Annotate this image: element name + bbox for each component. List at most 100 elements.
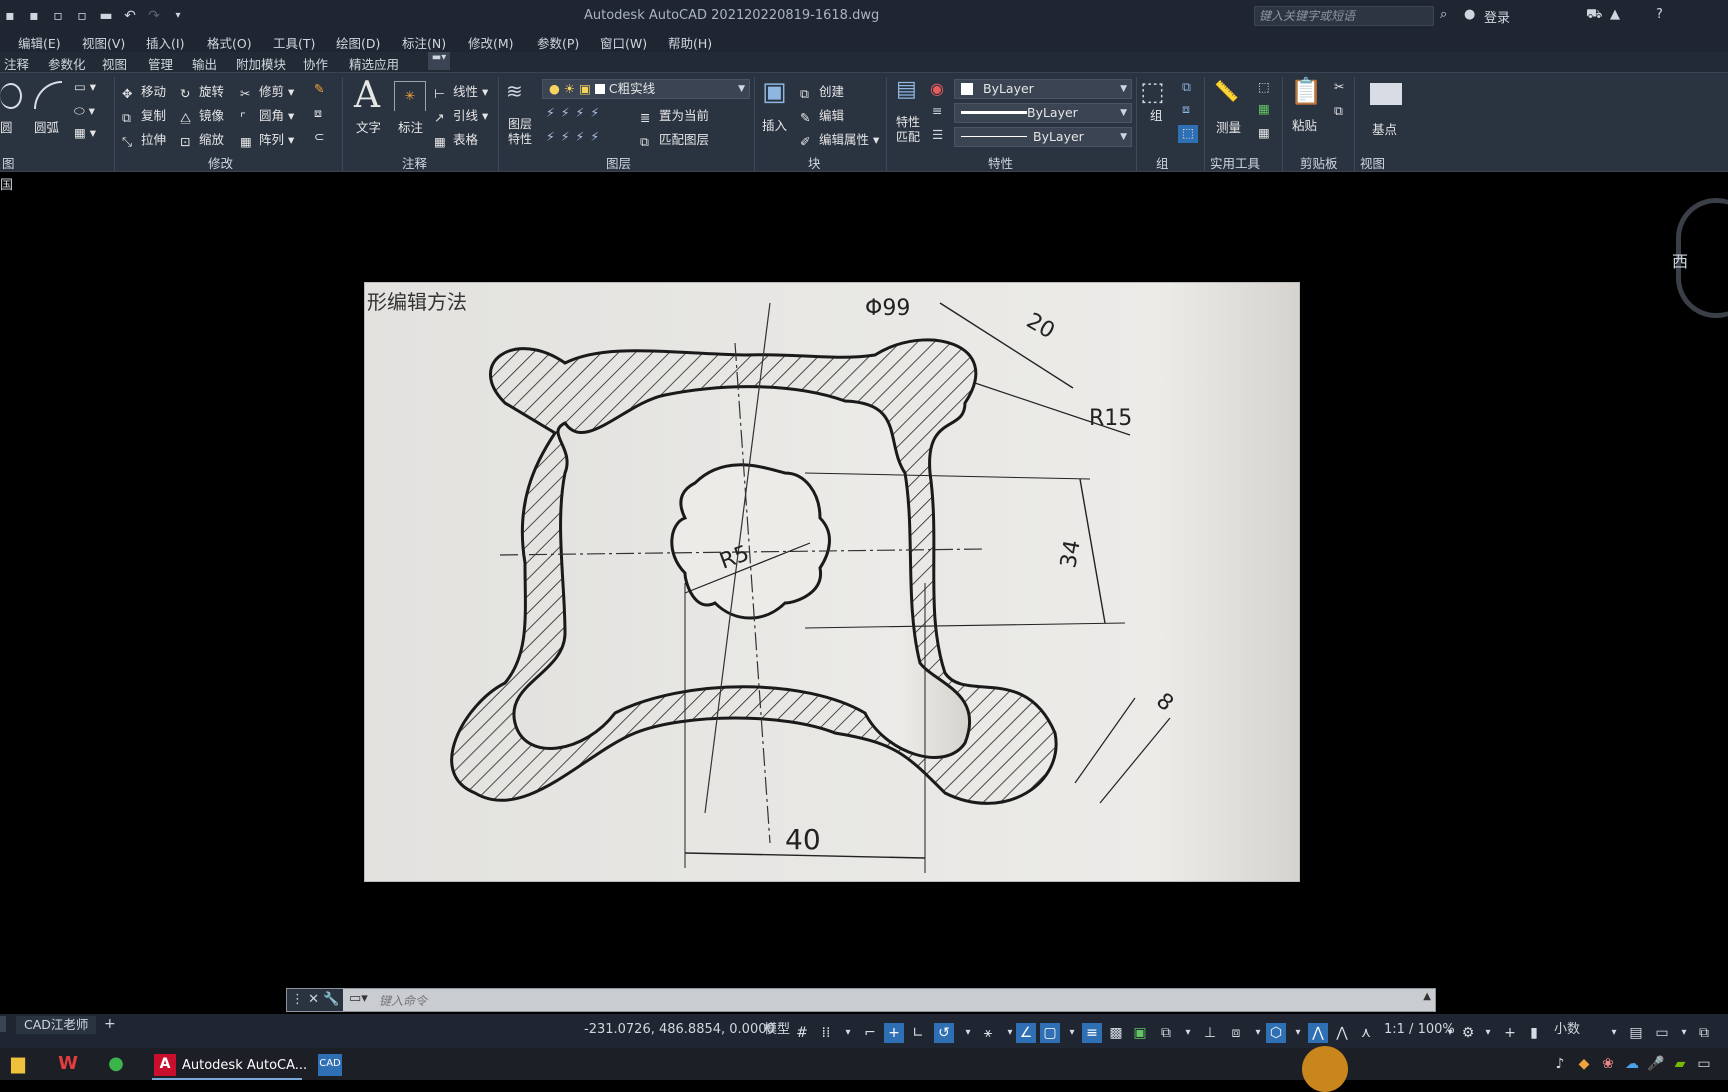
grid-icon[interactable]: # bbox=[792, 1023, 812, 1043]
create-block-button[interactable]: ⧉ 创建 bbox=[800, 81, 844, 101]
redo-icon[interactable]: ↷ bbox=[144, 6, 164, 26]
quick-select-icon[interactable]: ▦ bbox=[1258, 101, 1270, 116]
login-link[interactable]: 登录 bbox=[1484, 7, 1510, 26]
tab-annotate[interactable]: 注释 bbox=[4, 54, 29, 73]
chevron-down-icon[interactable]: ▾ bbox=[1478, 1023, 1498, 1043]
search-input[interactable]: 键入关键字或短语 bbox=[1254, 6, 1434, 26]
menu-insert[interactable]: 插入(I) bbox=[146, 33, 184, 52]
measure-button-label[interactable]: 测量 bbox=[1216, 117, 1241, 136]
chevron-down-icon[interactable]: ▾ bbox=[1248, 1023, 1268, 1043]
tab-featured-apps[interactable]: 精选应用 bbox=[349, 54, 399, 73]
chevron-down-icon[interactable]: ▾ bbox=[1674, 1023, 1694, 1043]
save-icon[interactable]: ▪ bbox=[0, 6, 20, 26]
auto-scale-icon[interactable]: ⋀ bbox=[1332, 1023, 1352, 1043]
grip-icon[interactable]: ⋮ bbox=[291, 992, 304, 1007]
network-icon[interactable]: ▭ bbox=[1694, 1054, 1714, 1074]
rectangle-icon[interactable]: ▭ ▾ bbox=[74, 79, 96, 94]
tab-manage[interactable]: 管理 bbox=[148, 54, 173, 73]
copy-clip-icon[interactable]: ⧉ bbox=[1334, 103, 1343, 119]
chevron-down-icon[interactable]: ▾ bbox=[1178, 1023, 1198, 1043]
draw-panel-label[interactable]: 图 bbox=[2, 153, 15, 172]
edit-block-button[interactable]: ✎ 编辑 bbox=[800, 105, 844, 125]
menu-help[interactable]: 帮助(H) bbox=[668, 33, 712, 52]
view-panel-label[interactable]: 视图 bbox=[1360, 153, 1385, 172]
insert-block-icon[interactable]: ▣ bbox=[762, 77, 787, 107]
linear-button[interactable]: ⊢ 线性 ▾ bbox=[434, 81, 488, 101]
autocad-taskbar-label[interactable]: Autodesk AutoCA... bbox=[182, 1056, 307, 1076]
cad-app-icon[interactable]: CAD bbox=[318, 1054, 342, 1076]
share-icon[interactable]: ▫ bbox=[72, 6, 92, 26]
object-snap-icon[interactable]: ▢ bbox=[1040, 1023, 1060, 1043]
calculator-icon[interactable]: ▦ bbox=[1258, 125, 1270, 140]
cart-icon[interactable]: ⛟ bbox=[1586, 7, 1602, 24]
circle-icon[interactable] bbox=[0, 83, 22, 109]
nvidia-icon[interactable]: ▰ bbox=[1670, 1054, 1690, 1074]
tab-output[interactable]: 输出 bbox=[192, 54, 217, 73]
insert-block-button[interactable]: 插入 bbox=[762, 115, 787, 134]
close-icon[interactable]: ✕ bbox=[308, 992, 319, 1007]
menu-modify[interactable]: 修改(M) bbox=[468, 33, 514, 52]
leader-button[interactable]: ↗ 引线 ▾ bbox=[434, 105, 488, 125]
customize-wrench-icon[interactable]: 🔧 bbox=[323, 992, 339, 1007]
chevron-down-icon[interactable]: ▾ bbox=[1288, 1023, 1308, 1043]
menu-format[interactable]: 格式(O) bbox=[207, 33, 252, 52]
text-button-label[interactable]: 文字 bbox=[356, 117, 381, 136]
linetype-dropdown[interactable]: ByLayer ▼ bbox=[954, 127, 1132, 147]
clipboard-panel-label[interactable]: 剪贴板 bbox=[1300, 153, 1338, 172]
properties-panel-label[interactable]: 特性 bbox=[988, 153, 1013, 172]
dimension-button-label[interactable]: 标注 bbox=[398, 117, 423, 136]
annotation-visibility-icon[interactable]: ⋀ bbox=[1308, 1023, 1328, 1043]
groups-panel-label[interactable]: 组 bbox=[1156, 153, 1169, 172]
isometric-icon[interactable]: ⚹ bbox=[978, 1023, 998, 1043]
3d-osnap-icon[interactable]: ⧉ bbox=[1156, 1023, 1176, 1043]
annotation-panel-label[interactable]: 注释 bbox=[402, 153, 427, 172]
tab-addins[interactable]: 附加模块 bbox=[236, 54, 286, 73]
coordinates-readout[interactable]: -231.0726, 486.8854, 0.0000 bbox=[578, 1020, 781, 1040]
graphics-performance-icon[interactable]: ▭ bbox=[1652, 1023, 1672, 1043]
layer-dropdown[interactable]: ● ☀ ▣ C粗实线 ▼ bbox=[542, 79, 750, 99]
basepoint-button-label[interactable]: 基点 bbox=[1372, 119, 1397, 138]
tray-app-icon[interactable]: ❀ bbox=[1598, 1054, 1618, 1074]
save-as-icon[interactable]: ▪ bbox=[24, 6, 44, 26]
circle-button-label[interactable]: 圆 bbox=[0, 117, 13, 136]
color-wheel-icon[interactable]: ◉ bbox=[930, 79, 944, 98]
lineweight-toggle-icon[interactable]: ≡ bbox=[1082, 1023, 1102, 1043]
group-button-label[interactable]: 组 bbox=[1150, 105, 1163, 124]
tab-collaborate[interactable]: 协作 bbox=[303, 54, 328, 73]
snap-icon[interactable]: ⁞⁞ bbox=[816, 1023, 836, 1043]
scale-button[interactable]: ⊡ 缩放 bbox=[180, 129, 224, 149]
menu-tools[interactable]: 工具(T) bbox=[273, 33, 315, 52]
dynamic-input-icon[interactable]: + bbox=[884, 1023, 904, 1043]
select-similar-icon[interactable]: ⬚ bbox=[1258, 79, 1270, 94]
infer-constraints-icon[interactable]: ⌐ bbox=[860, 1023, 880, 1043]
fillet-button[interactable]: ⌜ 圆角 ▾ bbox=[240, 105, 294, 125]
ungroup-icon[interactable]: ⧉ bbox=[1182, 79, 1191, 95]
match-layer-button[interactable]: ⧉ 匹配图层 bbox=[640, 129, 709, 149]
chevron-down-icon[interactable]: ▾ bbox=[1604, 1023, 1624, 1043]
arc-button-label[interactable]: 圆弧 bbox=[34, 117, 59, 136]
wps-office-icon[interactable]: W bbox=[58, 1054, 78, 1074]
menu-dimension[interactable]: 标注(N) bbox=[402, 33, 446, 52]
autodesk-a360-icon[interactable]: ▲ bbox=[1610, 7, 1620, 22]
customize-qat-icon[interactable]: ▾ bbox=[168, 6, 188, 26]
match-properties-button[interactable]: 特性 匹配 bbox=[896, 115, 920, 145]
tab-parametric[interactable]: 参数化 bbox=[48, 54, 86, 73]
polar-tracking-icon[interactable]: ↺ bbox=[934, 1023, 954, 1043]
selection-cycling-icon[interactable]: ▣ bbox=[1130, 1023, 1150, 1043]
layer-tools-row1[interactable]: ⚡⚡⚡⚡ bbox=[546, 105, 605, 120]
reference-image[interactable]: 形编辑方法 Φ99 20 R15 34 R5 8 40 bbox=[364, 282, 1300, 882]
quick-properties-icon[interactable]: ▤ bbox=[1626, 1023, 1646, 1043]
model-space-button[interactable]: 模型 bbox=[764, 1020, 790, 1040]
layers-panel-label[interactable]: 图层 bbox=[606, 153, 631, 172]
paste-icon[interactable]: 📋 bbox=[1290, 77, 1322, 107]
tab-view[interactable]: 视图 bbox=[102, 54, 127, 73]
group-select-icon[interactable]: ⬚ bbox=[1178, 125, 1198, 143]
modify-panel-label[interactable]: 修改 bbox=[208, 153, 233, 172]
set-current-layer-button[interactable]: ≣ 置为当前 bbox=[640, 105, 709, 125]
chevron-down-icon[interactable]: ▾ bbox=[958, 1023, 978, 1043]
user-icon[interactable]: ● bbox=[1464, 7, 1475, 22]
edit-attributes-button[interactable]: ✐ 编辑属性 ▾ bbox=[800, 129, 879, 149]
annotation-monitor-icon[interactable]: + bbox=[1500, 1023, 1520, 1043]
erase-icon[interactable]: ✎ bbox=[314, 81, 324, 96]
trim-button[interactable]: ✂ 修剪 ▾ bbox=[240, 81, 294, 101]
